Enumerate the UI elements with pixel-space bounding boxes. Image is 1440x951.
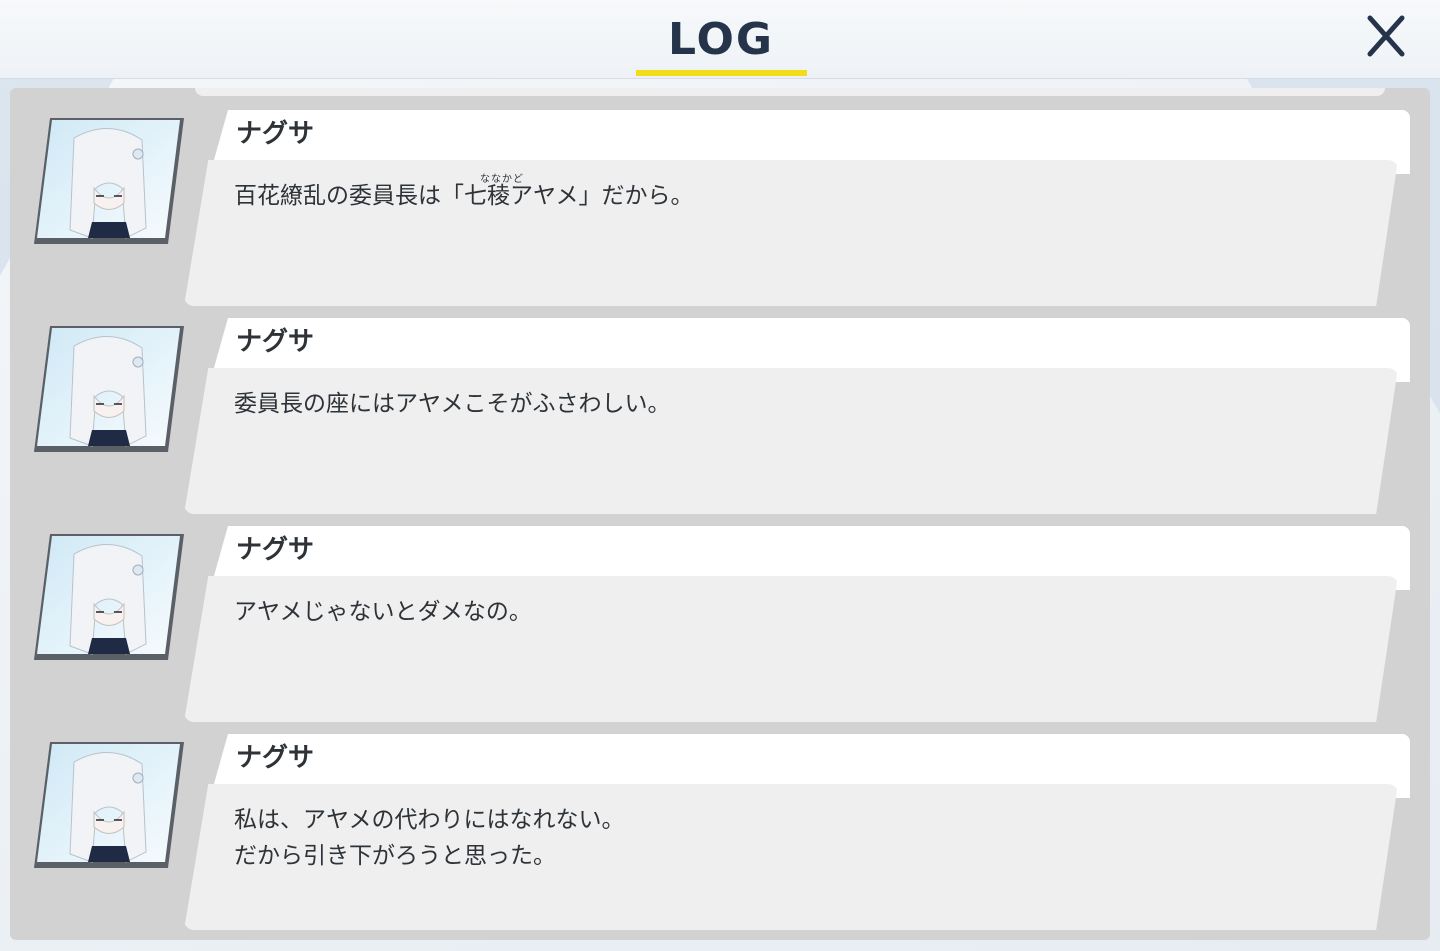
speaker-name: ナグサ [236, 119, 315, 149]
log-entry: ナグサ アヤメじゃないとダメなの。 [10, 504, 1430, 722]
message-text: 百花繚乱の委員長は「七稜アヤメ」だから。 [234, 183, 694, 209]
title-underline [636, 70, 807, 76]
log-entry: ナグサ ななかど 百花繚乱の委員長は「七稜アヤメ」だから。 [10, 88, 1430, 306]
message-text: 委員長の座にはアヤメこそがふさわしい。 [234, 391, 671, 417]
message-text: 私は、アヤメの代わりにはなれない。 だから引き下がろうと思った。 [234, 807, 625, 869]
message-text: アヤメじゃないとダメなの。 [234, 599, 532, 625]
close-button[interactable] [1354, 8, 1418, 64]
log-list[interactable]: ナグサ ななかど 百花繚乱の委員長は「七稜アヤメ」だから。 ナグサ 委員長の座に… [10, 88, 1430, 940]
character-portrait-icon [34, 742, 184, 868]
log-title: LOG [668, 14, 774, 65]
speaker-name: ナグサ [236, 535, 315, 565]
log-entry: ナグサ 私は、アヤメの代わりにはなれない。 だから引き下がろうと思った。 [10, 712, 1430, 930]
character-portrait-icon [34, 118, 184, 244]
character-portrait-icon [34, 534, 184, 660]
speaker-name: ナグサ [236, 327, 315, 357]
character-portrait-icon [34, 326, 184, 452]
speaker-name: ナグサ [236, 743, 315, 773]
log-entry: ナグサ 委員長の座にはアヤメこそがふさわしい。 [10, 296, 1430, 514]
log-header: LOG [0, 0, 1440, 79]
close-icon [1367, 15, 1405, 57]
